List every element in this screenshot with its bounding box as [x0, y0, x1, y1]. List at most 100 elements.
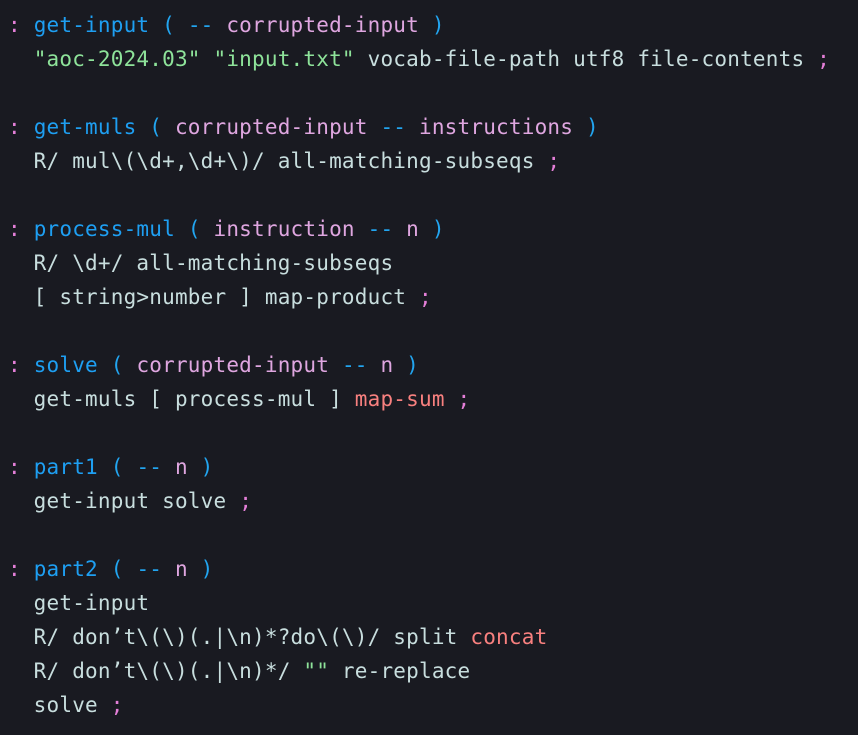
- code-line-blank[interactable]: [0, 416, 858, 450]
- code-token: n: [380, 353, 394, 377]
- code-token: get-input: [33, 13, 150, 37]
- code-token: corrupted-input: [136, 353, 330, 377]
- code-line[interactable]: get-input: [0, 586, 858, 620]
- code-token: n: [174, 557, 188, 581]
- code-line[interactable]: : part2 ( -- n ): [0, 552, 858, 586]
- code-line[interactable]: solve ;: [0, 688, 858, 722]
- code-token: --: [187, 13, 214, 37]
- code-line[interactable]: R/ don’t\(\)(.|\n)*?do\(\)/ split concat: [0, 620, 858, 654]
- code-token: :: [8, 455, 21, 479]
- code-line-blank[interactable]: [0, 518, 858, 552]
- code-line[interactable]: "aoc-2024.03" "input.txt" vocab-file-pat…: [0, 42, 858, 76]
- code-token: vocab-file-path utf8 file-contents: [354, 47, 818, 71]
- code-token: --: [136, 455, 163, 479]
- code-token: map-sum: [354, 387, 445, 411]
- code-token: get-muls: [33, 115, 137, 139]
- code-line[interactable]: R/ mul\(\d+,\d+\)/ all-matching-subseqs …: [0, 144, 858, 178]
- code-token: concat: [470, 625, 548, 649]
- code-line[interactable]: : get-input ( -- corrupted-input ): [0, 8, 858, 42]
- code-token: get-input solve: [8, 489, 240, 513]
- code-line-blank[interactable]: [0, 314, 858, 348]
- code-line-blank[interactable]: [0, 76, 858, 110]
- code-token: ): [431, 13, 445, 37]
- code-token: (: [110, 353, 124, 377]
- code-token: :: [8, 13, 21, 37]
- code-line[interactable]: R/ don’t\(\)(.|\n)*/ "" re-replace: [0, 654, 858, 688]
- code-line[interactable]: R/ \d+/ all-matching-subseqs: [0, 246, 858, 280]
- code-token: process-mul: [33, 217, 175, 241]
- code-token: ): [406, 353, 419, 377]
- code-line[interactable]: get-input solve ;: [0, 484, 858, 518]
- code-token: R/ don’t\(\)(.|\n)*/: [8, 659, 304, 683]
- code-token: :: [8, 353, 21, 377]
- code-token: ;: [110, 693, 124, 717]
- code-token: (: [187, 217, 201, 241]
- code-token: :: [8, 115, 21, 139]
- code-line[interactable]: [ string>number ] map-product ;: [0, 280, 858, 314]
- code-token: get-input: [8, 591, 150, 615]
- code-line[interactable]: : part1 ( -- n ): [0, 450, 858, 484]
- code-token: R/ mul\(\d+,\d+\)/ all-matching-subseqs: [8, 149, 548, 173]
- code-token: n: [174, 455, 188, 479]
- code-token: "input.txt": [213, 47, 355, 71]
- code-token: :: [8, 557, 21, 581]
- code-token: ;: [418, 285, 432, 309]
- code-line[interactable]: : solve ( corrupted-input -- n ): [0, 348, 858, 382]
- code-editor-view[interactable]: : get-input ( -- corrupted-input ) "aoc-…: [0, 0, 858, 735]
- code-token: "": [303, 659, 330, 683]
- code-line[interactable]: : process-mul ( instruction -- n ): [0, 212, 858, 246]
- code-token: ;: [239, 489, 253, 513]
- code-token: ): [431, 217, 445, 241]
- code-token: corrupted-input: [226, 13, 419, 37]
- code-token: [ string>number ] map-product: [8, 285, 419, 309]
- code-line[interactable]: : get-muls ( corrupted-input -- instruct…: [0, 110, 858, 144]
- code-token: R/ \d+/ all-matching-subseqs: [8, 251, 394, 275]
- code-token: ;: [817, 47, 830, 71]
- code-token: --: [380, 115, 407, 139]
- code-token: --: [367, 217, 394, 241]
- code-token: R/ don’t\(\)(.|\n)*?do\(\)/ split: [8, 625, 471, 649]
- code-token: (: [162, 13, 175, 37]
- code-token: get-muls [ process-mul ]: [8, 387, 355, 411]
- code-line-blank[interactable]: [0, 178, 858, 212]
- code-token: ;: [547, 149, 561, 173]
- code-line[interactable]: get-muls [ process-mul ] map-sum ;: [0, 382, 858, 416]
- code-token: instructions: [419, 115, 574, 139]
- code-token: :: [8, 217, 21, 241]
- code-token: part2: [33, 557, 98, 581]
- code-token: --: [341, 353, 368, 377]
- code-token: ): [200, 557, 214, 581]
- code-token: --: [136, 557, 163, 581]
- code-token: (: [110, 455, 124, 479]
- code-token: ;: [457, 387, 471, 411]
